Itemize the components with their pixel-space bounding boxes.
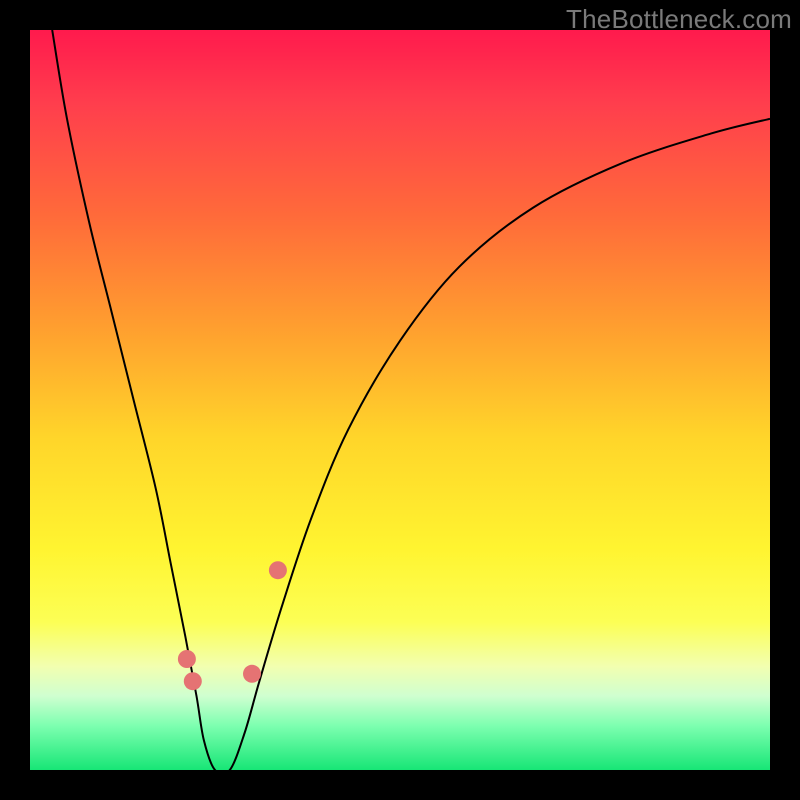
cluster-dot xyxy=(269,561,287,579)
bottleneck-curve xyxy=(52,30,770,774)
cluster-dot xyxy=(243,665,261,683)
cluster-dot xyxy=(178,650,196,668)
data-cluster-layer xyxy=(174,561,287,770)
chart-svg xyxy=(30,30,770,770)
cluster-capsule xyxy=(241,703,245,725)
cluster-capsule xyxy=(256,607,269,659)
cluster-capsule xyxy=(174,570,185,629)
chart-area xyxy=(30,30,770,770)
cluster-dot xyxy=(184,672,202,690)
watermark-label: TheBottleneck.com xyxy=(566,4,792,35)
